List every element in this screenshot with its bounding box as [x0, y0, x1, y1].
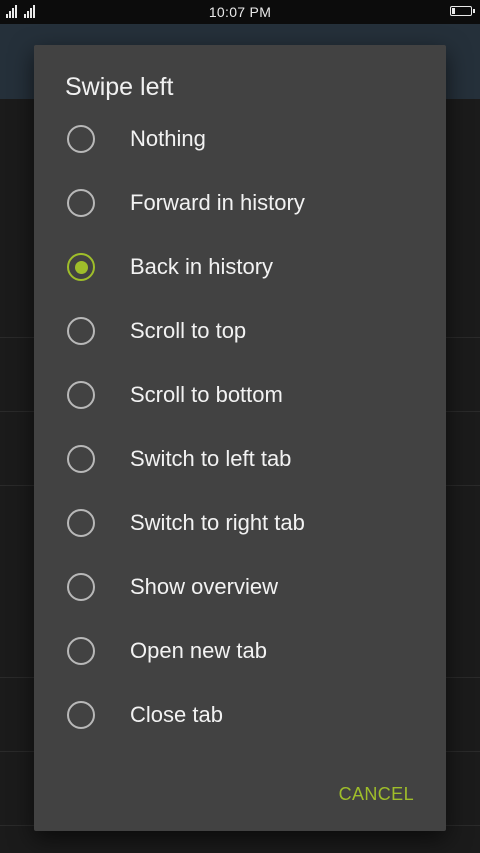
option-item[interactable]: Open new tab [34, 619, 446, 683]
status-time: 10:07 PM [208, 4, 272, 20]
status-bar: 10:07 PM [0, 0, 480, 24]
option-label: Nothing [130, 126, 206, 151]
option-label: Close tab [130, 702, 223, 727]
option-label: Switch to right tab [130, 510, 305, 535]
option-label: Show overview [130, 574, 278, 599]
option-item[interactable]: Scroll to bottom [34, 363, 446, 427]
option-item[interactable]: Close tab [34, 683, 446, 747]
option-item[interactable]: Scroll to top [34, 299, 446, 363]
radio-unchecked-icon[interactable] [67, 125, 95, 153]
battery-icon [450, 6, 475, 16]
options-list: Nothing Forward in history Back in history… [34, 107, 446, 747]
battery-level-fill [452, 8, 455, 14]
radio-unchecked-icon[interactable] [67, 317, 95, 345]
option-label: Forward in history [130, 190, 305, 215]
dialog-title: Swipe left [65, 73, 174, 101]
swipe-left-dialog: Swipe left Nothing Forward in history Back… [34, 45, 446, 831]
option-label: Back in history [130, 254, 274, 279]
option-label: Scroll to bottom [130, 382, 283, 407]
radio-unchecked-icon[interactable] [67, 701, 95, 729]
option-label: Open new tab [130, 638, 267, 663]
radio-unchecked-icon[interactable] [67, 189, 95, 217]
option-item[interactable]: Forward in history [34, 171, 446, 235]
option-item[interactable]: Switch to right tab [34, 491, 446, 555]
option-item[interactable]: Show overview [34, 555, 446, 619]
radio-unchecked-icon[interactable] [67, 573, 95, 601]
screen: 10:07 PM Swipe left Nothing Forward in hi… [0, 0, 480, 853]
option-item[interactable]: Back in history [34, 235, 446, 299]
option-item[interactable]: Nothing [34, 107, 446, 171]
radio-unchecked-icon[interactable] [67, 445, 95, 473]
option-label: Scroll to top [130, 318, 247, 343]
option-label: Switch to left tab [130, 446, 292, 471]
radio-unchecked-icon[interactable] [67, 381, 95, 409]
cancel-button[interactable]: CANCEL [339, 784, 414, 805]
radio-unchecked-icon[interactable] [67, 637, 95, 665]
radio-unchecked-icon[interactable] [67, 509, 95, 537]
radio-checked-icon[interactable] [67, 253, 95, 281]
option-item[interactable]: Switch to left tab [34, 427, 446, 491]
